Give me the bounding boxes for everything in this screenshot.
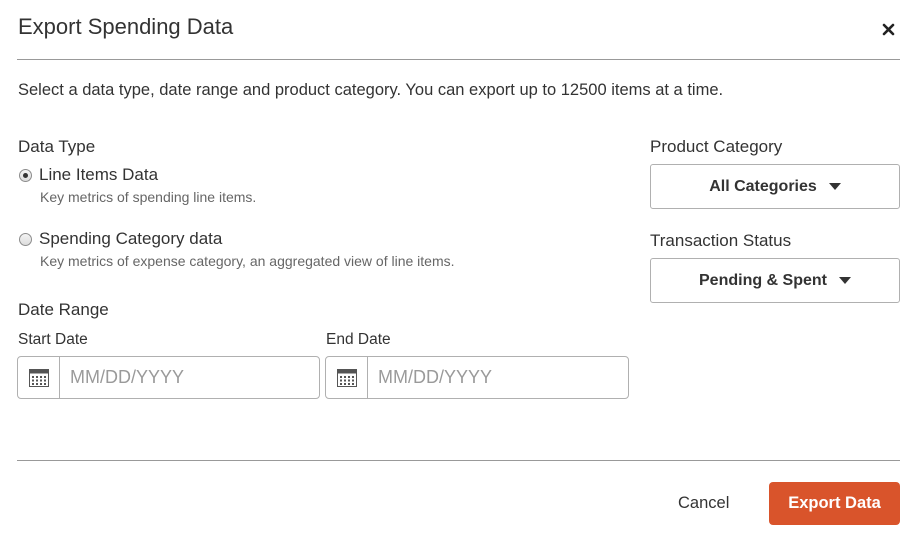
export-data-button[interactable]: Export Data xyxy=(769,482,900,525)
chevron-down-icon xyxy=(828,183,841,190)
cancel-button[interactable]: Cancel xyxy=(678,494,729,513)
close-icon xyxy=(882,23,895,36)
end-date-calendar-button[interactable] xyxy=(326,357,368,398)
transaction-status-value: Pending & Spent xyxy=(699,271,827,289)
calendar-icon xyxy=(336,368,357,387)
close-button[interactable] xyxy=(880,20,898,38)
end-date-input[interactable] xyxy=(368,357,628,398)
intro-text: Select a data type, date range and produ… xyxy=(18,81,724,99)
start-date-input[interactable] xyxy=(60,357,319,398)
radio-line-items[interactable]: Line Items Data xyxy=(19,165,158,185)
calendar-icon xyxy=(28,368,49,387)
radio-line-items-button[interactable] xyxy=(19,168,32,182)
radio-spending-category[interactable]: Spending Category data xyxy=(19,229,222,249)
product-category-dropdown[interactable]: All Categories xyxy=(650,164,900,209)
export-dialog: Export Spending Data Select a data type,… xyxy=(0,0,916,537)
dialog-title: Export Spending Data xyxy=(18,14,234,39)
date-range-label: Date Range xyxy=(18,300,109,319)
end-date-field xyxy=(325,356,629,399)
radio-line-items-description: Key metrics of spending line items. xyxy=(40,189,257,205)
start-date-calendar-button[interactable] xyxy=(18,357,60,398)
radio-spending-category-label: Spending Category data xyxy=(39,229,223,248)
radio-line-items-label: Line Items Data xyxy=(39,165,159,184)
data-type-label: Data Type xyxy=(18,137,96,156)
footer-divider xyxy=(17,460,900,461)
radio-spending-category-button[interactable] xyxy=(19,232,32,246)
product-category-value: All Categories xyxy=(709,177,817,195)
chevron-down-icon xyxy=(839,277,851,284)
product-category-label: Product Category xyxy=(650,137,783,156)
radio-spending-category-description: Key metrics of expense category, an aggr… xyxy=(40,253,455,269)
transaction-status-dropdown[interactable]: Pending & Spent xyxy=(650,258,900,303)
start-date-label: Start Date xyxy=(18,331,88,348)
start-date-field xyxy=(17,356,320,399)
end-date-label: End Date xyxy=(326,331,391,348)
header-divider xyxy=(17,59,900,60)
transaction-status-label: Transaction Status xyxy=(650,231,792,250)
